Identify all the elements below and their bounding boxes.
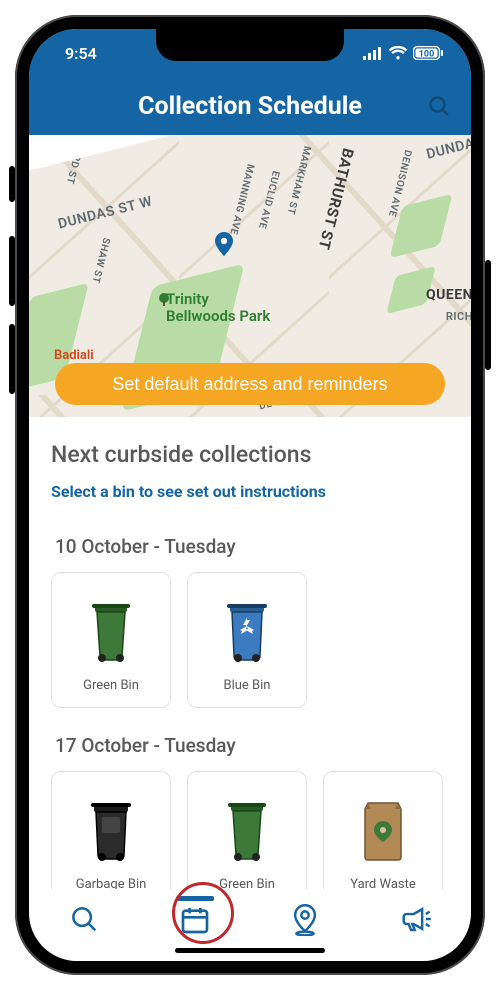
home-indicator bbox=[175, 948, 325, 953]
map-pin-icon bbox=[215, 232, 233, 256]
bin-label: Green Bin bbox=[219, 877, 275, 889]
section-heading: Next curbside collections bbox=[51, 441, 449, 468]
road-label: MARKHAM ST bbox=[285, 145, 313, 216]
garbage-bin-icon bbox=[87, 782, 135, 877]
megaphone-icon bbox=[400, 904, 432, 934]
app-header: Collection Schedule bbox=[29, 77, 471, 135]
page-title: Collection Schedule bbox=[138, 92, 362, 121]
search-icon bbox=[69, 904, 99, 934]
nav-announcements[interactable] bbox=[390, 896, 442, 934]
bin-label: Blue Bin bbox=[224, 678, 271, 693]
map-view[interactable]: DUNDAS ST W DUNDA BATHURST ST MARKHAM ST… bbox=[29, 135, 471, 417]
svg-text:100: 100 bbox=[419, 49, 435, 59]
section-hint: Select a bin to see set out instructions bbox=[51, 482, 449, 501]
park-label: Trinity Bellwoods Park bbox=[166, 291, 270, 324]
road-label: DUNDAS ST W bbox=[56, 194, 154, 233]
device-notch bbox=[156, 29, 344, 61]
bottom-nav bbox=[29, 889, 471, 961]
bin-card-blue[interactable]: Blue Bin bbox=[187, 572, 307, 708]
header-search-button[interactable] bbox=[427, 94, 451, 118]
road-label: RICH bbox=[446, 310, 471, 323]
map-pin-icon bbox=[290, 904, 320, 936]
collection-date: 17 October - Tuesday bbox=[55, 734, 449, 757]
map-poi-label: Badiali bbox=[54, 348, 94, 363]
green-bin-icon bbox=[87, 583, 135, 678]
wifi-icon bbox=[388, 46, 408, 60]
road-label: MANNING AVE bbox=[227, 163, 255, 236]
yard-waste-icon bbox=[362, 782, 404, 877]
bin-card-garbage[interactable]: Garbage Bin bbox=[51, 771, 171, 889]
signal-icon bbox=[363, 47, 383, 60]
road-label: BATHURST ST bbox=[315, 146, 358, 251]
bin-card-green[interactable]: Green Bin bbox=[187, 771, 307, 889]
bin-card-yard-waste[interactable]: Yard Waste bbox=[323, 771, 443, 889]
nav-search[interactable] bbox=[58, 896, 110, 934]
bin-label: Yard Waste bbox=[350, 877, 416, 889]
battery-icon: 100 bbox=[413, 46, 443, 60]
side-power-button bbox=[485, 260, 491, 370]
bin-card-green[interactable]: Green Bin bbox=[51, 572, 171, 708]
collection-date: 10 October - Tuesday bbox=[55, 535, 449, 558]
road-label: DUNDA bbox=[425, 135, 471, 162]
content-area: Next curbside collections Select a bin t… bbox=[29, 417, 471, 889]
tutorial-highlight-ring bbox=[172, 882, 234, 944]
status-time: 9:54 bbox=[65, 44, 97, 63]
road-label: FORD ST bbox=[64, 140, 85, 185]
set-default-address-button[interactable]: Set default address and reminders bbox=[55, 363, 445, 405]
blue-bin-icon bbox=[223, 583, 271, 678]
bin-label: Garbage Bin bbox=[76, 877, 147, 889]
road-label: SHAW ST bbox=[90, 236, 112, 284]
road-label: EUCLID AVE bbox=[256, 170, 281, 230]
nav-location[interactable] bbox=[279, 896, 331, 936]
phone-frame: 9:54 100 Collection Schedule bbox=[15, 15, 485, 975]
bin-label: Green Bin bbox=[83, 678, 139, 693]
road-label: QUEEN bbox=[426, 287, 471, 303]
green-bin-icon bbox=[223, 782, 271, 877]
